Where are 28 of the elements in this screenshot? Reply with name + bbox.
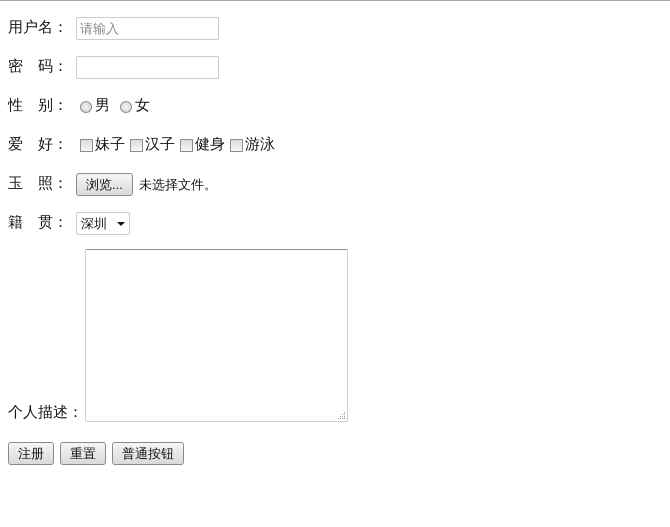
form-button[interactable]: 重置 [60,442,106,465]
checkbox[interactable] [230,139,243,152]
field-label: 爱 好： [8,135,68,156]
password-field[interactable] [76,56,219,79]
form-button[interactable]: 普通按钮 [112,442,184,465]
radio-button[interactable] [80,100,92,112]
checkbox[interactable] [130,139,143,152]
checkbox-label: 健身 [195,135,225,156]
checkbox[interactable] [180,139,193,152]
field-label: 用户名： [8,18,68,38]
file-status: 未选择文件。 [138,176,217,194]
radio-button[interactable] [120,100,132,112]
field-label: 玉 照： [8,174,68,194]
browse-button[interactable]: 浏览... [76,173,133,196]
form-button[interactable]: 注册 [8,442,54,465]
checkbox-label: 游泳 [245,135,275,156]
field-label: 密 码： [8,57,68,78]
field-label: 个人描述： [8,402,83,422]
region-select[interactable]: 深圳 [76,212,130,235]
caret-icon [117,222,125,226]
radio-label: 男 [95,96,110,116]
checkbox[interactable] [80,139,93,152]
checkbox-label: 妹子 [95,135,125,156]
username-field[interactable]: 请输入 [76,17,219,40]
radio-label: 女 [135,96,150,116]
field-label: 籍 贯： [8,213,68,234]
field-label: 性 别： [8,96,68,116]
checkbox-label: 汉子 [145,135,175,156]
